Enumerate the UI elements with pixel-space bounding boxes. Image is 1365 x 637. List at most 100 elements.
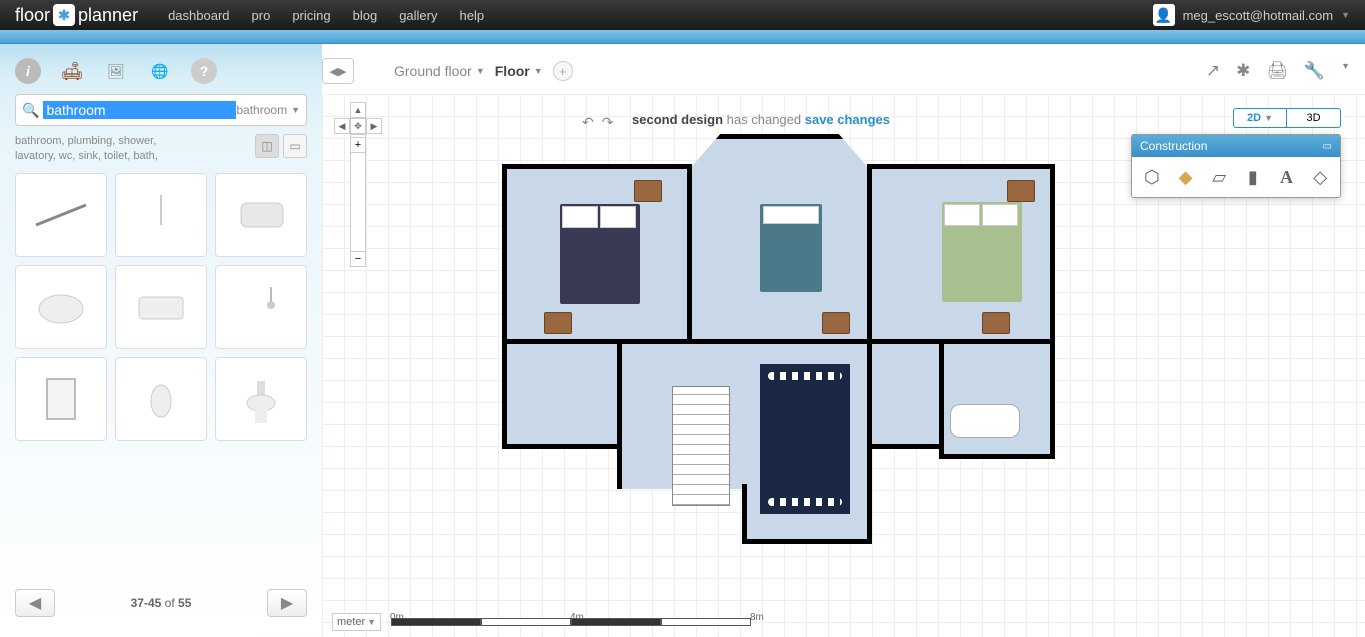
undo-button[interactable]: ↶ (582, 114, 594, 131)
scale-track (391, 618, 751, 626)
construction-header[interactable]: Construction ▭ (1132, 135, 1340, 157)
nightstand[interactable] (822, 312, 850, 334)
catalog-grid (15, 173, 307, 441)
door-tool-icon[interactable]: ▮ (1241, 165, 1265, 189)
user-area[interactable]: 👤 meg_escott@hotmail.com ▼ (1153, 4, 1350, 26)
catalog-item-bathtub-1[interactable] (215, 173, 307, 257)
sidebar-tools: i 🛋 🖼 🌐 ? (15, 54, 307, 94)
nightstand[interactable] (634, 180, 662, 202)
view-3d-icon[interactable]: ◫ (255, 134, 279, 158)
pager-text: 37-45 of 55 (131, 596, 192, 610)
nightstand[interactable] (1007, 180, 1035, 202)
undo-redo: ↶ ↷ (582, 114, 613, 131)
catalog-item-drain[interactable] (15, 173, 107, 257)
nav-blog[interactable]: blog (353, 8, 378, 23)
logo[interactable]: floor ✱ planner (15, 4, 138, 26)
stairs[interactable] (672, 386, 730, 506)
nav-pricing[interactable]: pricing (292, 8, 330, 23)
catalog-item-bathtub-2[interactable] (115, 265, 207, 349)
room-bathroom-right[interactable] (939, 339, 1055, 459)
surface-tool-icon[interactable]: ▱ (1207, 165, 1231, 189)
pager: ◀ 37-45 of 55 ▶ (15, 579, 307, 627)
nav-links: dashboard pro pricing blog gallery help (168, 8, 484, 23)
design-name: second design (632, 112, 723, 127)
view-2d-icon[interactable]: ▭ (283, 134, 307, 158)
tags-row: bathroom, plumbing, shower, lavatory, wc… (15, 134, 307, 165)
nav-controls: ▲ ◀ ✥ ▶ ▼ + − (334, 102, 382, 252)
settings-icon[interactable]: 🔧 (1304, 61, 1325, 81)
nav-pro[interactable]: pro (252, 8, 271, 23)
search-input[interactable] (43, 101, 236, 119)
nightstand[interactable] (982, 312, 1010, 334)
furniture-icon[interactable]: 🛋 (59, 58, 85, 84)
pillow (763, 206, 819, 224)
pager-next-button[interactable]: ▶ (267, 589, 307, 617)
filter-label[interactable]: bathroom (236, 103, 287, 117)
zoom-out-button[interactable]: − (350, 251, 366, 267)
pillow (944, 204, 980, 226)
photos-icon[interactable]: 🖼 (103, 58, 129, 84)
room-tool-icon[interactable]: ⬡ (1140, 165, 1164, 189)
floor-select-ground[interactable]: Ground floor▼ (394, 63, 485, 79)
divider-bar (0, 30, 1365, 44)
user-dropdown-icon: ▼ (1341, 10, 1350, 20)
nav-help[interactable]: help (459, 8, 484, 23)
bathtub[interactable] (950, 404, 1020, 438)
rug[interactable] (760, 364, 850, 514)
view-2d-button[interactable]: 2D ▼ (1233, 108, 1287, 128)
logo-text-1: floor (15, 5, 50, 26)
filter-dropdown-icon[interactable]: ▼ (291, 105, 300, 115)
wall-tool-icon[interactable]: ◆ (1174, 165, 1198, 189)
dimension-tool-icon[interactable]: ◇ (1308, 165, 1332, 189)
text-tool-icon[interactable]: A (1275, 165, 1299, 189)
view-3d-button[interactable]: 3D (1287, 108, 1341, 128)
nav-dashboard[interactable]: dashboard (168, 8, 229, 23)
zoom-in-button[interactable]: + (350, 137, 366, 153)
catalog-item-mirror[interactable] (15, 357, 107, 441)
catalog-item-urinal[interactable] (115, 357, 207, 441)
pillow (562, 206, 598, 228)
minimize-icon[interactable]: ▭ (1323, 141, 1332, 152)
share-icon[interactable]: ✱ (1236, 61, 1250, 81)
catalog-item-sink[interactable] (215, 357, 307, 441)
search-icon: 🔍 (22, 102, 39, 119)
pan-left-button[interactable]: ◀ (334, 118, 350, 134)
info-icon[interactable]: i (15, 58, 41, 84)
nightstand[interactable] (544, 312, 572, 334)
pager-prev-button[interactable]: ◀ (15, 589, 55, 617)
catalog-item-freestanding-tub[interactable] (15, 265, 107, 349)
export-icon[interactable]: ↗ (1206, 61, 1220, 81)
top-nav: floor ✱ planner dashboard pro pricing bl… (0, 0, 1365, 30)
status-message: second design has changed save changes (632, 112, 890, 127)
nav-gallery[interactable]: gallery (399, 8, 437, 23)
catalog-item-shower-head[interactable] (215, 265, 307, 349)
catalog-item-faucet[interactable] (115, 173, 207, 257)
avatar: 👤 (1153, 4, 1175, 26)
view-toggle: ◫ ▭ (255, 134, 307, 158)
canvas-toolbar: ◀▶ Ground floor▼ Floor▼ + ↗ ✱ 🖨 🔧 ▼ (322, 54, 1350, 88)
grid-canvas[interactable]: ▲ ◀ ✥ ▶ ▼ + − ↶ ↷ second design has chan… (322, 94, 1365, 637)
pan-center-button[interactable]: ✥ (350, 118, 366, 134)
logo-icon: ✱ (53, 4, 75, 26)
room-bathroom-left[interactable] (502, 339, 622, 449)
collapse-button[interactable]: ◀▶ (322, 58, 354, 84)
construction-panel: Construction ▭ ⬡ ◆ ▱ ▮ A ◇ (1131, 134, 1341, 198)
unit-select[interactable]: meter▼ (332, 613, 381, 631)
pan-right-button[interactable]: ▶ (366, 118, 382, 134)
save-changes-link[interactable]: save changes (805, 112, 890, 127)
tags-text: bathroom, plumbing, shower, lavatory, wc… (15, 134, 195, 165)
more-dropdown-icon[interactable]: ▼ (1341, 61, 1350, 81)
pan-up-button[interactable]: ▲ (350, 102, 366, 118)
floorplan[interactable] (502, 134, 1062, 554)
zoom-slider[interactable]: + − (350, 152, 366, 252)
construction-title: Construction (1140, 139, 1207, 153)
add-floor-button[interactable]: + (553, 61, 573, 81)
print-icon[interactable]: 🖨 (1266, 61, 1288, 81)
room-closet[interactable] (867, 339, 944, 449)
changed-text: has changed (727, 112, 801, 127)
floor-select-current[interactable]: Floor▼ (495, 63, 543, 79)
view-mode-toggle: 2D ▼ 3D (1233, 108, 1341, 128)
globe-icon[interactable]: 🌐 (147, 58, 173, 84)
redo-button[interactable]: ↷ (602, 114, 614, 131)
help-icon[interactable]: ? (191, 58, 217, 84)
